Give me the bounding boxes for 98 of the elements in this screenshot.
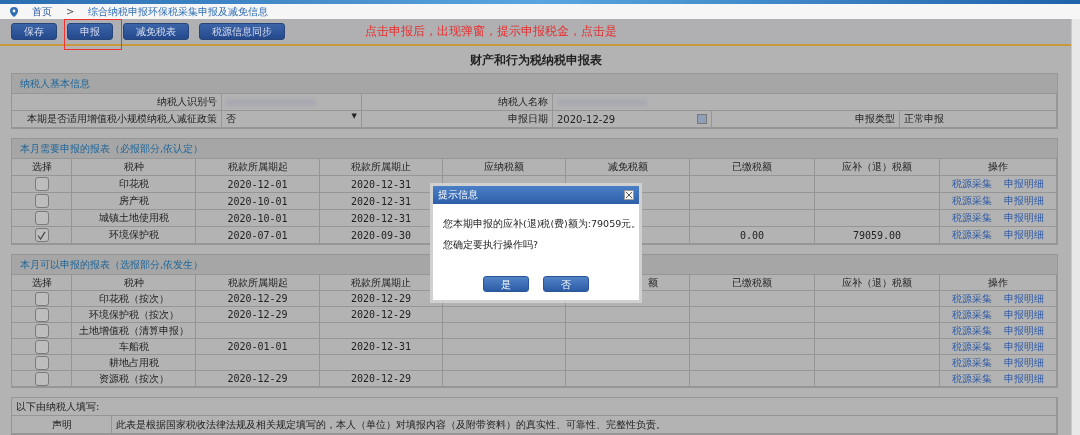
field-label: 申报类型: [712, 111, 900, 128]
table-cell: 资源税（按次）: [72, 371, 196, 387]
checkbox[interactable]: [34, 194, 49, 208]
action-link[interactable]: 申报明细: [1004, 339, 1044, 354]
column-header: 税种: [72, 275, 196, 291]
column-header: 已缴税额: [690, 275, 815, 291]
table-cell: 城镇土地使用税: [72, 210, 196, 227]
action-link[interactable]: 税源采集: [952, 194, 992, 208]
check-icon: [37, 230, 46, 240]
column-header: 税款所属期止: [320, 159, 443, 176]
breadcrumb-separator: >: [66, 6, 75, 18]
checkbox[interactable]: [34, 355, 49, 370]
action-link[interactable]: 申报明细: [1004, 323, 1044, 338]
action-link[interactable]: 申报明细: [1004, 228, 1044, 242]
calendar-icon[interactable]: [697, 114, 707, 124]
checkbox[interactable]: [34, 211, 49, 225]
action-link[interactable]: 申报明细: [1004, 355, 1044, 370]
toolbar-button[interactable]: 申报: [67, 23, 113, 40]
table-cell: 79059.00: [815, 227, 940, 244]
action-link[interactable]: 申报明细: [1004, 307, 1044, 322]
column-header: 操作: [940, 159, 1057, 176]
action-link[interactable]: 申报明细: [1004, 194, 1044, 208]
action-link[interactable]: 税源采集: [952, 228, 992, 242]
table-cell: 2020-12-31: [320, 339, 443, 355]
breadcrumb-current: 综合纳税申报环保税采集申报及减免信息: [88, 4, 269, 19]
table-cell: 2020-10-01: [196, 210, 320, 227]
checkbox[interactable]: [34, 177, 49, 191]
table-cell: 2020-12-29: [320, 371, 443, 387]
form-title: 财产和行为税纳税申报表: [468, 52, 603, 69]
table-cell: 印花税（按次）: [72, 291, 196, 307]
action-link[interactable]: 税源采集: [952, 177, 992, 191]
close-icon[interactable]: [624, 190, 634, 200]
field-label: 申报日期: [362, 111, 553, 128]
table-cell: 2020-07-01: [196, 227, 320, 244]
field-label: 本期是否适用增值税小规模纳税人减征政策: [12, 111, 222, 128]
toolbar-button[interactable]: 保存: [11, 23, 57, 40]
action-link[interactable]: 税源采集: [952, 371, 992, 386]
table-cell: 2020-12-29: [196, 291, 320, 307]
table-cell: 土地增值税（清算申报）: [72, 323, 196, 339]
table-cell: 2020-12-29: [196, 307, 320, 323]
action-link[interactable]: 税源采集: [952, 339, 992, 354]
table-cell: 印花税: [72, 176, 196, 193]
action-link[interactable]: 申报明细: [1004, 211, 1044, 225]
table-cell: 2020-01-01: [196, 339, 320, 355]
column-header: 税款所属期起: [196, 275, 320, 291]
column-header: 选择: [12, 159, 72, 176]
section-title: 本月需要申报的报表（必报部分,依认定）: [12, 139, 1057, 159]
field-label: 纳税人识别号: [12, 94, 222, 111]
table-cell: 2020-10-01: [196, 193, 320, 210]
column-header: 操作: [940, 275, 1057, 291]
action-link[interactable]: 申报明细: [1004, 177, 1044, 191]
dialog-button[interactable]: 否: [543, 276, 589, 292]
declaration-text: 此表是根据国家税收法律法规及相关规定填写的，本人（单位）对填报内容（及附带资料）的真实性、可靠性、完整性负责。: [112, 416, 1057, 434]
table-cell: 车船税: [72, 339, 196, 355]
declaration-label: 声明: [12, 416, 112, 434]
action-link[interactable]: 税源采集: [952, 211, 992, 225]
column-header: 应纳税额: [443, 159, 566, 176]
breadcrumb-link[interactable]: 首页: [32, 4, 52, 19]
action-link[interactable]: 申报明细: [1004, 291, 1044, 306]
table-cell: 0.00: [690, 227, 815, 244]
action-link[interactable]: 税源采集: [952, 291, 992, 306]
date-value[interactable]: 2020-12-29: [557, 113, 616, 125]
dialog-button[interactable]: 是: [483, 276, 529, 292]
checkbox[interactable]: [34, 291, 49, 306]
checkbox[interactable]: [34, 228, 49, 242]
action-link[interactable]: 申报明细: [1004, 371, 1044, 386]
table-cell: 环境保护税: [72, 227, 196, 244]
checkbox[interactable]: [34, 307, 49, 322]
dialog-message: 您本期申报的应补(退)税(费)额为:79059元。: [443, 218, 639, 231]
table-cell: 2020-12-01: [196, 176, 320, 193]
action-link[interactable]: 税源采集: [952, 307, 992, 322]
annotation-text: 点击申报后，出现弹窗，提示申报税金，点击是: [365, 23, 617, 40]
column-header: 选择: [12, 275, 72, 291]
column-header: 应补（退）税额: [815, 159, 940, 176]
field-value: 正常申报: [900, 111, 1057, 128]
highlight-frame: [64, 19, 122, 50]
column-header: 应补（退）税额: [815, 275, 940, 291]
action-link[interactable]: 税源采集: [952, 355, 992, 370]
column-header: 减免税额: [566, 159, 690, 176]
declaration-intro: 以下由纳税人填写:: [12, 398, 1057, 416]
scrollbar[interactable]: [1071, 19, 1080, 435]
table-cell: 房产税: [72, 193, 196, 210]
checkbox[interactable]: [34, 323, 49, 338]
table-cell: 2020-12-29: [320, 307, 443, 323]
action-link[interactable]: 税源采集: [952, 323, 992, 338]
checkbox[interactable]: [34, 371, 49, 386]
column-header: 已缴税额: [690, 159, 815, 176]
column-header: 税款所属期起: [196, 159, 320, 176]
table-cell: 耕地占用税: [72, 355, 196, 371]
table-cell: 环境保护税（按次）: [72, 307, 196, 323]
toolbar-button[interactable]: 减免税表: [123, 23, 189, 40]
column-header: 税种: [72, 159, 196, 176]
field-label: 纳税人名称: [362, 94, 553, 111]
dialog-question: 您确定要执行操作吗?: [443, 239, 540, 252]
toolbar-button[interactable]: 税源信息同步: [199, 23, 285, 40]
section-title: 纳税人基本信息: [12, 74, 1057, 94]
checkbox[interactable]: [34, 339, 49, 354]
table-cell: 2020-12-29: [196, 371, 320, 387]
